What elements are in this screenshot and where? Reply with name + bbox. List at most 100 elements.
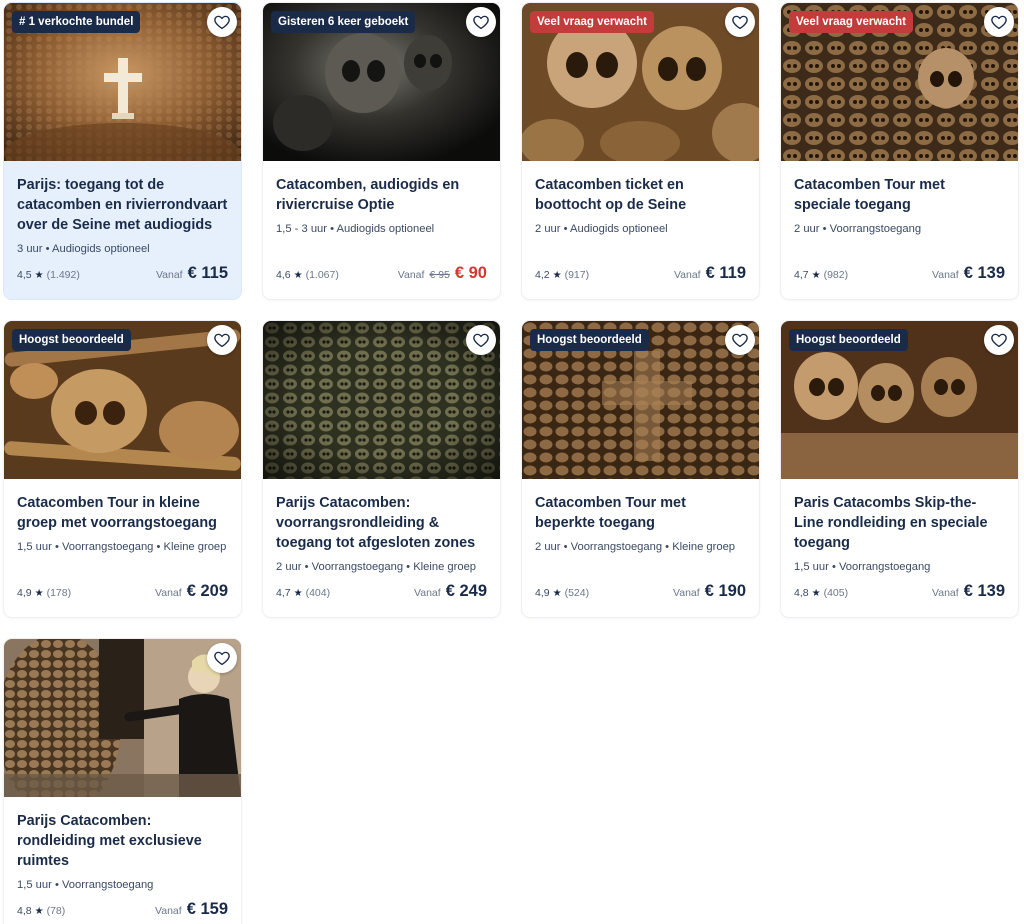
price-amount: € 139 xyxy=(963,264,1005,282)
heart-icon xyxy=(473,15,489,30)
card-badge: Veel vraag verwacht xyxy=(530,11,654,33)
card-rating: 4,8 ★ (78) xyxy=(17,905,65,919)
card-badge: Hoogst beoordeeld xyxy=(789,329,908,351)
card-title[interactable]: Catacomben Tour in kleine groep met voor… xyxy=(17,493,228,533)
card-meta: 2 uur • Voorrangstoegang • Kleine groep xyxy=(535,541,736,553)
card-rating: 4,9 ★ (178) xyxy=(17,587,71,601)
card-price: Vanaf € 209 xyxy=(155,581,228,601)
card-meta: 3 uur • Audiogids optioneel xyxy=(17,243,150,255)
heart-icon xyxy=(991,333,1007,348)
rating-value: 4,8 xyxy=(17,905,32,917)
card-title[interactable]: Paris Catacombs Skip-the-Line rondleidin… xyxy=(794,493,1005,553)
card-meta: 2 uur • Audiogids optioneel xyxy=(535,223,668,235)
activity-card[interactable]: Parijs Catacomben: rondleiding met exclu… xyxy=(4,639,241,924)
favorite-button[interactable] xyxy=(725,7,755,37)
price-amount: € 209 xyxy=(186,582,228,600)
favorite-button[interactable] xyxy=(207,643,237,673)
rating-value: 4,8 xyxy=(794,587,809,599)
star-icon: ★ xyxy=(811,269,821,281)
activity-card[interactable]: # 1 verkochte bundel Parijs: toegang tot… xyxy=(4,3,241,299)
star-icon: ★ xyxy=(293,269,303,281)
star-icon: ★ xyxy=(552,269,562,281)
activity-card[interactable]: Hoogst beoordeeld Catacomben Tour met be… xyxy=(522,321,759,617)
card-rating: 4,7 ★ (982) xyxy=(794,269,848,283)
card-price: Vanaf € 159 xyxy=(155,899,228,919)
card-price: Vanaf € 119 xyxy=(674,263,746,283)
rating-value: 4,2 xyxy=(535,269,550,281)
favorite-button[interactable] xyxy=(207,325,237,355)
star-icon: ★ xyxy=(811,587,821,599)
rating-value: 4,7 xyxy=(276,587,291,599)
activity-card[interactable]: Hoogst beoordeeld Paris Catacombs Skip-t… xyxy=(781,321,1018,617)
favorite-button[interactable] xyxy=(207,7,237,37)
heart-icon xyxy=(214,15,230,30)
card-title[interactable]: Parijs Catacomben: rondleiding met exclu… xyxy=(17,811,228,871)
card-title[interactable]: Catacomben Tour met beperkte toegang xyxy=(535,493,746,533)
review-count: (78) xyxy=(46,905,66,917)
price-prefix: Vanaf xyxy=(932,587,959,599)
favorite-button[interactable] xyxy=(466,325,496,355)
card-price: Vanaf € 95 € 90 xyxy=(398,263,487,283)
green-skull-wall-icon xyxy=(263,321,500,479)
activity-card[interactable]: Veel vraag verwacht Catacomben ticket en… xyxy=(522,3,759,299)
rating-value: 4,5 xyxy=(17,269,32,281)
review-count: (178) xyxy=(46,587,72,599)
favorite-button[interactable] xyxy=(984,325,1014,355)
heart-icon xyxy=(214,651,230,666)
heart-icon xyxy=(732,15,748,30)
card-badge: Gisteren 6 keer geboekt xyxy=(271,11,416,33)
card-title[interactable]: Catacomben, audiogids en riviercruise Op… xyxy=(276,175,487,215)
review-count: (917) xyxy=(564,269,590,281)
price-amount: € 249 xyxy=(445,582,487,600)
activity-card[interactable]: Gisteren 6 keer geboekt Catacomben, audi… xyxy=(263,3,500,299)
card-meta: 1,5 uur • Voorrangstoegang xyxy=(17,879,154,891)
card-title[interactable]: Catacomben ticket en boottocht op de Sei… xyxy=(535,175,746,215)
price-prefix: Vanaf xyxy=(932,269,959,281)
card-title[interactable]: Parijs: toegang tot de catacomben en riv… xyxy=(17,175,228,235)
price-amount: € 139 xyxy=(963,582,1005,600)
review-count: (1.492) xyxy=(46,269,80,281)
card-meta: 2 uur • Voorrangstoegang • Kleine groep xyxy=(276,561,477,573)
card-meta: 1,5 - 3 uur • Audiogids optioneel xyxy=(276,223,435,235)
favorite-button[interactable] xyxy=(984,7,1014,37)
rating-value: 4,9 xyxy=(17,587,32,599)
star-icon: ★ xyxy=(34,587,44,599)
activity-image xyxy=(263,321,500,479)
heart-icon xyxy=(732,333,748,348)
star-icon: ★ xyxy=(34,905,44,917)
card-rating: 4,9 ★ (524) xyxy=(535,587,589,601)
card-meta: 1,5 uur • Voorrangstoegang xyxy=(794,561,931,573)
card-rating: 4,2 ★ (917) xyxy=(535,269,589,283)
heart-icon xyxy=(473,333,489,348)
favorite-button[interactable] xyxy=(725,325,755,355)
activity-image xyxy=(4,639,241,797)
heart-icon xyxy=(214,333,230,348)
card-title[interactable]: Catacomben Tour met speciale toegang xyxy=(794,175,1005,215)
card-badge: Hoogst beoordeeld xyxy=(12,329,131,351)
guide-pointing-icon xyxy=(4,639,241,797)
review-count: (404) xyxy=(305,587,331,599)
card-price: Vanaf € 190 xyxy=(673,581,746,601)
price-prefix: Vanaf xyxy=(155,587,182,599)
card-meta: 1,5 uur • Voorrangstoegang • Kleine groe… xyxy=(17,541,227,553)
card-rating: 4,7 ★ (404) xyxy=(276,587,330,601)
review-count: (405) xyxy=(823,587,849,599)
card-rating: 4,6 ★ (1.067) xyxy=(276,269,339,283)
price-amount: € 190 xyxy=(704,582,746,600)
card-badge: # 1 verkochte bundel xyxy=(12,11,141,33)
card-badge: Hoogst beoordeeld xyxy=(530,329,649,351)
card-price: Vanaf € 249 xyxy=(414,581,487,601)
card-meta: 2 uur • Voorrangstoegang xyxy=(794,223,922,235)
price-prefix: Vanaf xyxy=(155,269,183,281)
activity-card[interactable]: Hoogst beoordeeld Catacomben Tour in kle… xyxy=(4,321,241,617)
activity-card[interactable]: Veel vraag verwacht Catacomben Tour met … xyxy=(781,3,1018,299)
price-prefix: Vanaf xyxy=(155,905,182,917)
favorite-button[interactable] xyxy=(466,7,496,37)
heart-icon xyxy=(991,15,1007,30)
card-price: Vanaf € 139 xyxy=(932,581,1005,601)
rating-value: 4,6 xyxy=(276,269,291,281)
activity-card[interactable]: Parijs Catacomben: voorrangsrondleiding … xyxy=(263,321,500,617)
card-title[interactable]: Parijs Catacomben: voorrangsrondleiding … xyxy=(276,493,487,553)
star-icon: ★ xyxy=(34,269,44,281)
price-prefix: Vanaf xyxy=(397,269,425,281)
